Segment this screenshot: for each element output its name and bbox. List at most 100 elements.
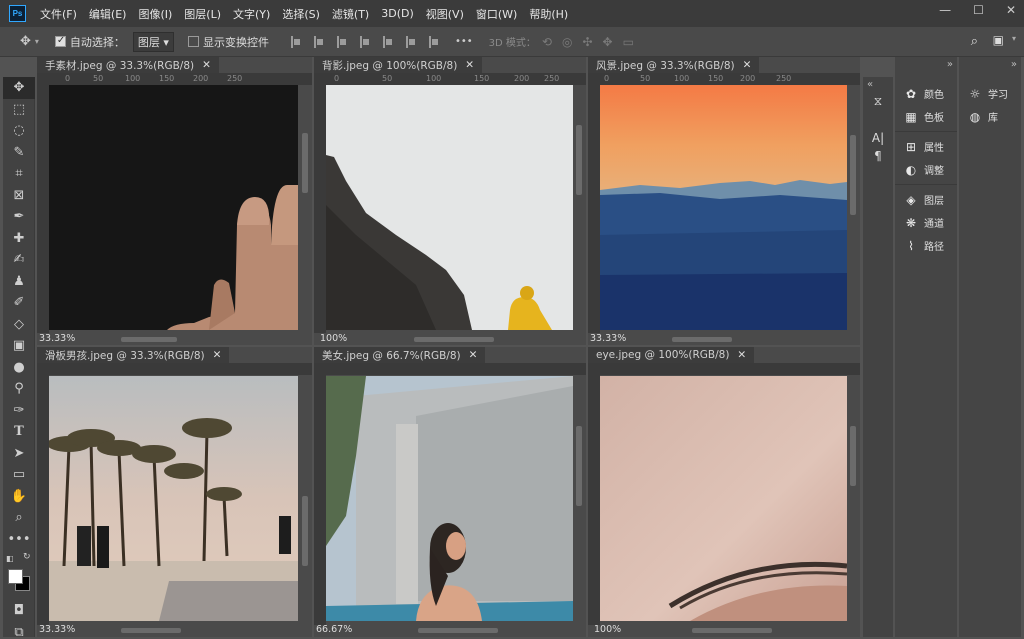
document-tab[interactable]: eye.jpeg @ 100%(RGB/8) ✕ [588, 347, 755, 363]
foreground-color-swatch[interactable] [8, 569, 23, 584]
document-canvas[interactable] [49, 376, 298, 621]
clone-stamp-tool-icon[interactable]: ♟ [3, 271, 35, 293]
collapse-panels-icon[interactable]: « [863, 77, 893, 92]
panel-swatches[interactable]: ▦ 色板 [895, 105, 957, 128]
horizontal-scrollbar[interactable] [632, 626, 848, 634]
document-tab[interactable]: 风景.jpeg @ 33.3%(RGB/8) ✕ [588, 57, 760, 73]
menu-edit[interactable]: 编辑(E) [89, 6, 127, 22]
vertical-scrollbar[interactable] [574, 376, 584, 621]
tool-preset-chevron-icon[interactable]: ▾ [35, 37, 39, 46]
zoom-level[interactable]: 33.33% [39, 333, 75, 345]
brush-tool-icon[interactable]: ✍ [3, 249, 35, 271]
close-button[interactable]: ✕ [1006, 3, 1016, 17]
horizontal-scrollbar[interactable] [358, 626, 574, 634]
close-tab-icon[interactable]: ✕ [469, 349, 478, 361]
menu-view[interactable]: 视图(V) [426, 6, 464, 22]
menu-select[interactable]: 选择(S) [282, 6, 320, 22]
align-top-icon[interactable] [359, 35, 370, 48]
vertical-scrollbar[interactable] [300, 85, 310, 330]
panel-learn[interactable]: ☼ 学习 [959, 82, 1021, 105]
align-vcenter-icon[interactable] [382, 35, 393, 48]
panel-properties[interactable]: ⊞ 属性 [895, 135, 957, 158]
type-tool-icon[interactable]: T [3, 421, 35, 443]
history-icon[interactable]: ⧖ [863, 94, 893, 109]
horizontal-scrollbar[interactable] [632, 335, 848, 343]
vertical-scrollbar[interactable] [574, 85, 584, 330]
move-tool-icon[interactable]: ✥ [3, 77, 35, 99]
frame-tool-icon[interactable]: ⊠ [3, 185, 35, 207]
paragraph-icon[interactable]: ¶ [863, 149, 893, 163]
rectangle-tool-icon[interactable]: ▭ [3, 464, 35, 486]
collapse-panels-icon[interactable]: » [959, 57, 1021, 72]
crop-tool-icon[interactable]: ⌗ [3, 163, 35, 185]
healing-brush-tool-icon[interactable]: ✚ [3, 228, 35, 250]
show-transform-checkbox[interactable] [187, 36, 199, 47]
zoom-tool-icon[interactable]: ⌕ [3, 507, 35, 529]
search-icon[interactable]: ⌕ [971, 34, 978, 49]
align-right-icon[interactable] [336, 35, 347, 48]
close-tab-icon[interactable]: ✕ [743, 59, 752, 71]
document-tab[interactable]: 滑板男孩.jpeg @ 33.3%(RGB/8) ✕ [37, 347, 230, 363]
document-canvas[interactable] [600, 376, 847, 621]
close-tab-icon[interactable]: ✕ [202, 59, 211, 71]
document-canvas[interactable] [326, 85, 573, 330]
lasso-tool-icon[interactable]: ◌ [3, 120, 35, 142]
minimize-button[interactable]: — [939, 3, 951, 17]
hand-tool-icon[interactable]: ✋ [3, 486, 35, 508]
align-left-icon[interactable] [290, 35, 301, 48]
document-canvas[interactable] [600, 85, 847, 330]
panel-channels[interactable]: ❋ 通道 [895, 211, 957, 234]
quick-select-tool-icon[interactable]: ✎ [3, 142, 35, 164]
close-tab-icon[interactable]: ✕ [737, 349, 746, 361]
horizontal-scrollbar[interactable] [81, 626, 300, 634]
close-tab-icon[interactable]: ✕ [465, 59, 474, 71]
document-tab[interactable]: 美女.jpeg @ 66.7%(RGB/8) ✕ [314, 347, 486, 363]
distribute-icon[interactable] [428, 35, 439, 48]
horizontal-scrollbar[interactable] [81, 335, 300, 343]
menu-filter[interactable]: 滤镜(T) [332, 6, 369, 22]
move-tool-icon[interactable]: ✥ [20, 34, 31, 49]
horizontal-scrollbar[interactable] [354, 335, 574, 343]
panel-adjustments[interactable]: ◐ 调整 [895, 158, 957, 181]
document-tab[interactable]: 背影.jpeg @ 100%(RGB/8) ✕ [314, 57, 483, 73]
3d-slide-icon[interactable]: ✥ [603, 35, 613, 49]
auto-select-dropdown[interactable]: 图层 ▾ [132, 31, 174, 52]
screen-mode-icon[interactable]: ⧉ [3, 622, 35, 639]
quick-mask-icon[interactable]: ◘ [3, 600, 35, 622]
panel-libraries[interactable]: ◍ 库 [959, 105, 1021, 128]
gradient-tool-icon[interactable]: ▣ [3, 335, 35, 357]
panel-color[interactable]: ✿ 颜色 [895, 82, 957, 105]
workspace-chevron-icon[interactable]: ▾ [1012, 34, 1016, 43]
menu-image[interactable]: 图像(I) [138, 6, 172, 22]
vertical-scrollbar[interactable] [300, 376, 310, 621]
document-canvas[interactable] [49, 85, 298, 330]
3d-drag-icon[interactable]: ✣ [582, 35, 592, 49]
menu-help[interactable]: 帮助(H) [529, 6, 568, 22]
align-hcenter-icon[interactable] [313, 35, 324, 48]
auto-select-checkbox[interactable] [54, 35, 66, 47]
blur-tool-icon[interactable]: ● [3, 357, 35, 379]
zoom-level[interactable]: 33.33% [39, 624, 75, 636]
vertical-scrollbar[interactable] [848, 376, 858, 621]
zoom-level[interactable]: 100% [594, 624, 621, 636]
collapse-panels-icon[interactable]: » [895, 57, 957, 72]
document-canvas[interactable] [326, 376, 573, 621]
path-select-tool-icon[interactable]: ➤ [3, 443, 35, 465]
menu-3d[interactable]: 3D(D) [381, 7, 414, 20]
more-options-button[interactable]: ••• [455, 36, 473, 47]
menu-type[interactable]: 文字(Y) [233, 6, 270, 22]
eraser-tool-icon[interactable]: ◇ [3, 314, 35, 336]
3d-roll-icon[interactable]: ◎ [562, 35, 572, 49]
maximize-button[interactable]: ☐ [973, 3, 984, 17]
history-brush-tool-icon[interactable]: ✐ [3, 292, 35, 314]
3d-rotate-icon[interactable]: ⟲ [542, 35, 552, 49]
zoom-level[interactable]: 33.33% [590, 333, 626, 345]
swap-colors-icon[interactable]: ↻ [23, 552, 31, 562]
align-bottom-icon[interactable] [405, 35, 416, 48]
character-icon[interactable]: A| [863, 131, 893, 145]
dodge-tool-icon[interactable]: ⚲ [3, 378, 35, 400]
panel-paths[interactable]: ⌇ 路径 [895, 234, 957, 257]
zoom-level[interactable]: 66.67% [316, 624, 352, 636]
vertical-scrollbar[interactable] [848, 85, 858, 330]
menu-file[interactable]: 文件(F) [40, 6, 77, 22]
